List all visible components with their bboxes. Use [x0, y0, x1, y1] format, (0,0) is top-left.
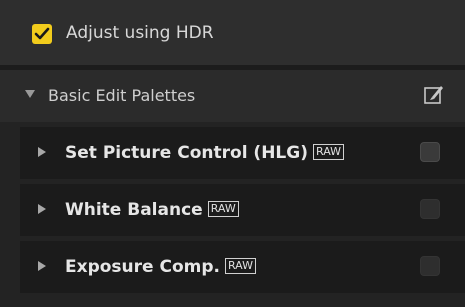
- expand-right-icon[interactable]: [38, 147, 46, 157]
- checkmark-icon: [34, 27, 50, 40]
- palette-set-picture-control[interactable]: Set Picture Control (HLG) RAW: [20, 127, 465, 179]
- edit-palette-icon[interactable]: [423, 83, 445, 105]
- palette-title: White Balance RAW: [65, 197, 239, 223]
- raw-badge: RAW: [224, 258, 256, 274]
- palette-title: Exposure Comp. RAW: [65, 254, 256, 280]
- palette-checkbox[interactable]: [420, 142, 440, 162]
- palette-checkbox[interactable]: [420, 199, 440, 219]
- hdr-option-row[interactable]: Adjust using HDR: [0, 0, 465, 65]
- edit-panel: Adjust using HDR Basic Edit Palettes Set…: [0, 0, 465, 307]
- expand-right-icon[interactable]: [38, 261, 46, 271]
- palette-white-balance[interactable]: White Balance RAW: [20, 184, 465, 236]
- palette-title: Set Picture Control (HLG) RAW: [65, 140, 344, 166]
- palette-checkbox[interactable]: [420, 256, 440, 276]
- expand-right-icon[interactable]: [38, 204, 46, 214]
- palette-exposure-comp[interactable]: Exposure Comp. RAW: [20, 241, 465, 293]
- group-label: Basic Edit Palettes: [48, 86, 196, 105]
- hdr-label: Adjust using HDR: [66, 23, 214, 43]
- raw-badge: RAW: [313, 144, 344, 160]
- raw-badge: RAW: [207, 201, 239, 217]
- expand-down-icon[interactable]: [25, 90, 35, 98]
- hdr-checkbox[interactable]: [32, 24, 52, 44]
